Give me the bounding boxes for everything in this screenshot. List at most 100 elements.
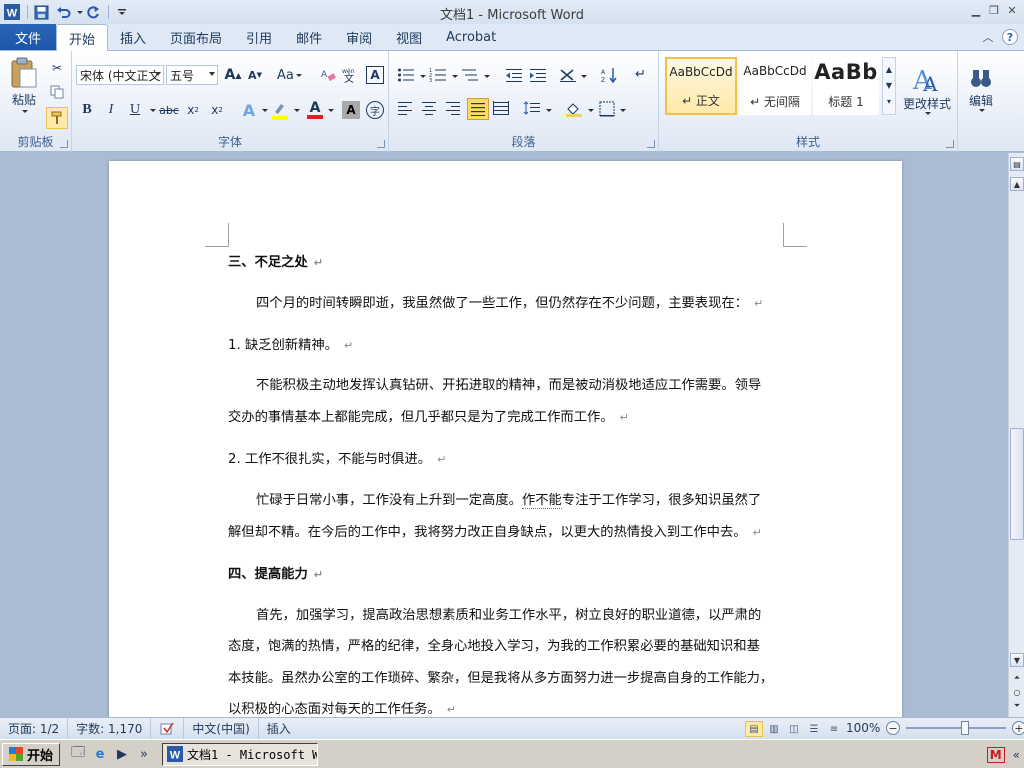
grow-font-icon[interactable]: A ▲ — [224, 66, 242, 84]
start-button[interactable]: 开始 — [2, 742, 61, 766]
enclose-characters-icon[interactable]: 字 — [366, 101, 384, 119]
document-page[interactable]: 三、不足之处 ↵ 四个月的时间转瞬即逝，我虽然做了一些工作，但仍然存在不少问题，主… — [109, 161, 902, 717]
text-effects-dropdown-icon[interactable] — [262, 109, 268, 112]
bullets-icon[interactable] — [397, 67, 415, 83]
strikethrough-icon[interactable]: abc — [159, 101, 179, 119]
show-desktop-icon[interactable]: 🗔 — [68, 744, 88, 764]
chinese-layout-icon[interactable] — [559, 67, 577, 83]
style-heading-1[interactable]: AaBb 标题 1 — [813, 57, 879, 115]
tab-view[interactable]: 视图 — [384, 24, 434, 50]
undo-icon[interactable] — [53, 2, 73, 22]
tray-expand-icon[interactable]: « — [1013, 748, 1020, 762]
full-screen-reading-icon[interactable]: ▥ — [765, 721, 783, 737]
customize-qat-icon[interactable] — [112, 2, 132, 22]
format-painter-icon[interactable] — [46, 107, 68, 129]
font-color-icon[interactable]: A — [306, 99, 324, 121]
word-app-icon[interactable]: W — [2, 2, 22, 22]
shading-dropdown-icon[interactable] — [588, 109, 594, 112]
font-size-dropdown[interactable]: 五号 — [166, 65, 218, 85]
tab-insert[interactable]: 插入 — [108, 24, 158, 50]
media-player-icon[interactable]: ▶ — [112, 744, 132, 764]
font-color-dropdown-icon[interactable] — [328, 109, 334, 112]
distributed-icon[interactable] — [493, 101, 509, 115]
save-icon[interactable] — [31, 2, 51, 22]
proofing-status[interactable] — [151, 717, 185, 740]
highlight-dropdown-icon[interactable] — [294, 109, 300, 112]
editing-button[interactable]: 编辑 — [960, 57, 1002, 121]
bold-icon[interactable]: B — [78, 101, 96, 119]
style-no-spacing[interactable]: AaBbCcDd ↵ 无间隔 — [739, 57, 811, 115]
font-launcher-icon[interactable] — [377, 140, 385, 148]
subscript-icon[interactable]: x2 — [184, 101, 202, 119]
underline-icon[interactable]: U — [126, 101, 144, 119]
file-tab[interactable]: 文件 — [0, 24, 56, 50]
restore-icon[interactable]: ❐ — [986, 2, 1002, 18]
scroll-down-icon[interactable]: ▼ — [886, 78, 892, 94]
quick-launch-more-icon[interactable]: » — [134, 744, 154, 764]
highlight-icon[interactable] — [270, 101, 290, 121]
decrease-indent-icon[interactable] — [505, 67, 523, 83]
outline-view-icon[interactable]: ☰ — [805, 721, 823, 737]
print-layout-icon[interactable]: ▤ — [745, 721, 763, 737]
word-count[interactable]: 字数: 1,170 — [68, 717, 152, 740]
align-left-icon[interactable] — [397, 101, 413, 115]
copy-icon[interactable] — [48, 83, 66, 101]
shading-icon[interactable] — [565, 101, 583, 117]
ruler-toggle-icon[interactable]: ▤ — [1010, 157, 1024, 171]
taskbar-item-word[interactable]: W 文档1 - Microsoft Word — [162, 742, 319, 766]
justify-icon[interactable] — [467, 98, 489, 120]
clear-formatting-icon[interactable]: A — [319, 66, 337, 84]
browse-object-icon[interactable]: ○ — [1010, 685, 1024, 699]
zoom-level[interactable]: 100% — [846, 721, 886, 735]
web-layout-icon[interactable]: ◫ — [785, 721, 803, 737]
bullets-dropdown-icon[interactable] — [420, 75, 426, 78]
minimize-ribbon-icon[interactable]: ︿ — [980, 29, 996, 45]
paragraph-launcher-icon[interactable] — [647, 140, 655, 148]
numbering-dropdown-icon[interactable] — [452, 75, 458, 78]
multilevel-dropdown-icon[interactable] — [484, 75, 490, 78]
italic-icon[interactable]: I — [102, 101, 120, 119]
tab-mailings[interactable]: 邮件 — [284, 24, 334, 50]
grammar-flag[interactable]: 作不能 — [521, 493, 562, 509]
text-effects-icon[interactable]: A — [240, 101, 258, 120]
zoom-out-icon[interactable]: − — [886, 721, 900, 735]
scroll-up-icon[interactable]: ▲ — [886, 62, 892, 78]
font-name-dropdown[interactable]: 宋体 (中文正文 — [76, 65, 164, 85]
character-shading-icon[interactable]: A — [342, 101, 360, 119]
change-case-button[interactable]: Aa — [277, 66, 302, 84]
language-indicator[interactable]: 中文(中国) — [184, 717, 259, 740]
close-icon[interactable]: ✕ — [1004, 2, 1020, 18]
minimize-icon[interactable]: ▁ — [968, 2, 984, 18]
phonetic-guide-icon[interactable]: wén 文 — [342, 66, 360, 84]
line-spacing-icon[interactable] — [523, 101, 541, 115]
zoom-slider-knob[interactable] — [961, 721, 969, 735]
clipboard-launcher-icon[interactable] — [60, 140, 68, 148]
more-styles-icon[interactable]: ▾ — [887, 94, 891, 110]
tab-acrobat[interactable]: Acrobat — [434, 24, 508, 50]
next-page-icon[interactable]: ⏷ — [1010, 699, 1024, 713]
previous-page-icon[interactable]: ⏶ — [1010, 671, 1024, 685]
tray-app-icon[interactable]: M — [986, 746, 1005, 763]
numbering-icon[interactable]: 123 — [429, 67, 447, 83]
tab-review[interactable]: 审阅 — [334, 24, 384, 50]
internet-explorer-icon[interactable]: e — [90, 744, 110, 764]
borders-icon[interactable] — [599, 101, 615, 117]
zoom-in-icon[interactable]: + — [1012, 721, 1024, 735]
vertical-scrollbar[interactable]: ▤ ▲ ▼ ⏶ ○ ⏷ — [1008, 153, 1024, 717]
underline-dropdown-icon[interactable] — [150, 109, 156, 112]
tab-home[interactable]: 开始 — [56, 24, 109, 51]
help-icon[interactable]: ? — [1002, 29, 1018, 45]
draft-view-icon[interactable]: ≡ — [825, 721, 843, 737]
cut-icon[interactable]: ✂ — [48, 59, 66, 77]
chinese-layout-dropdown-icon[interactable] — [581, 75, 587, 78]
borders-dropdown-icon[interactable] — [620, 109, 626, 112]
page-indicator[interactable]: 页面: 1/2 — [0, 717, 69, 740]
insert-mode-indicator[interactable]: 插入 — [259, 718, 299, 740]
scroll-up-icon[interactable]: ▲ — [1010, 177, 1024, 191]
multilevel-list-icon[interactable] — [461, 67, 479, 83]
shrink-font-icon[interactable]: A ▼ — [246, 66, 264, 84]
tab-references[interactable]: 引用 — [234, 24, 284, 50]
line-spacing-dropdown-icon[interactable] — [546, 109, 552, 112]
show-hide-marks-icon[interactable]: ↵ — [635, 67, 646, 82]
character-border-icon[interactable]: A — [366, 66, 384, 84]
